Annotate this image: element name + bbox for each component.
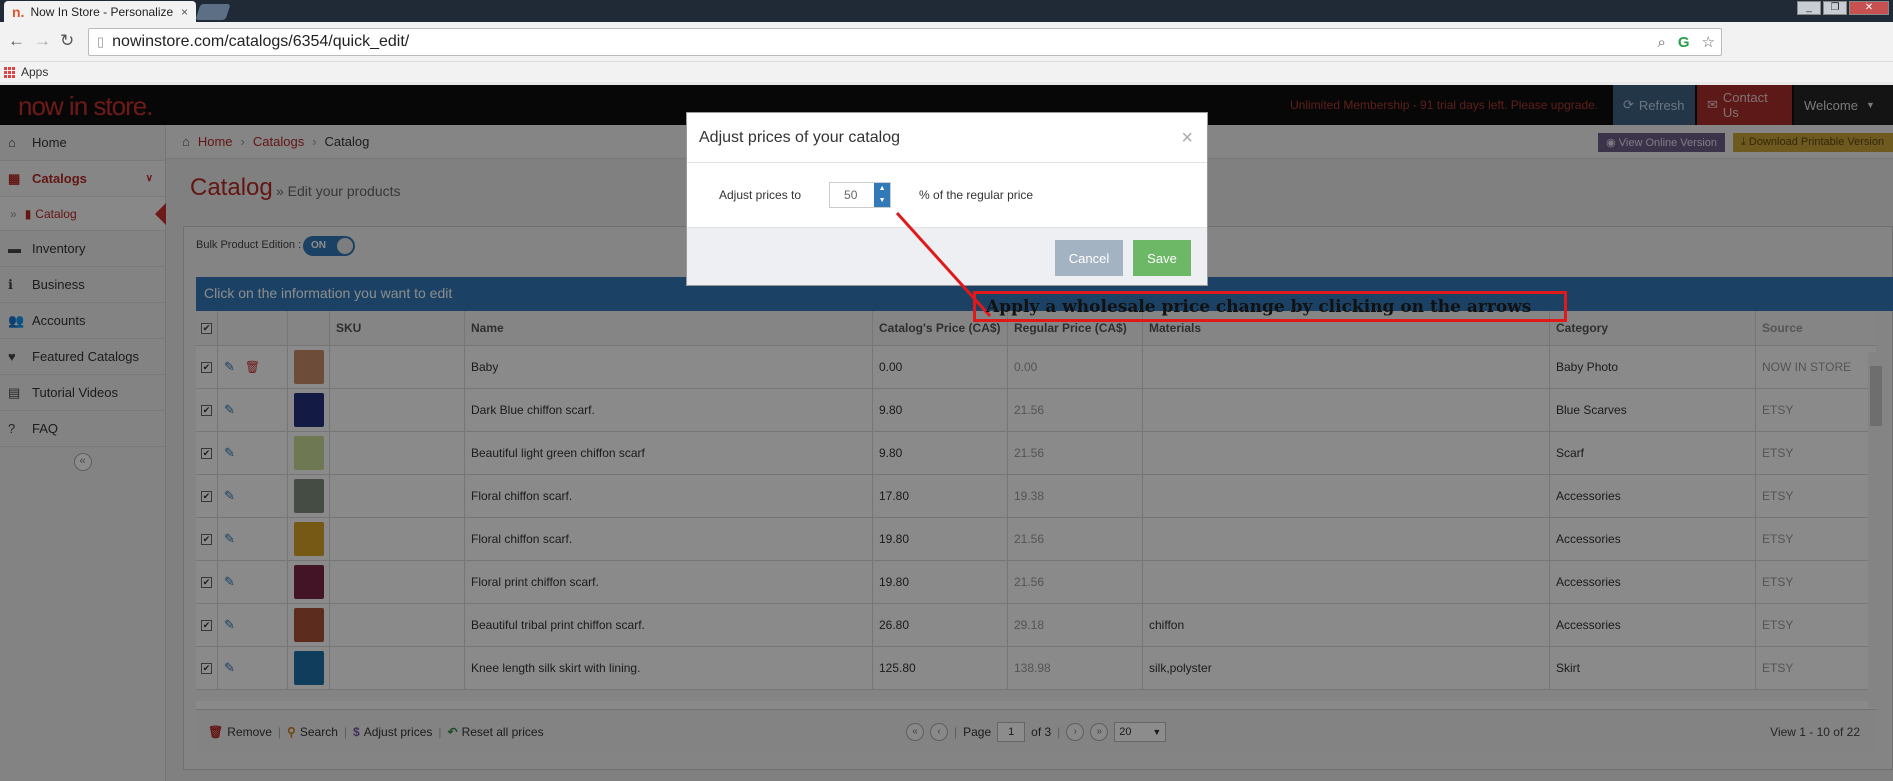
annotation-callout: Apply a wholesale price change by clicki… xyxy=(973,291,1567,322)
apps-bookmark[interactable]: Apps xyxy=(21,65,48,79)
site-favicon-icon: n. xyxy=(12,3,25,20)
adjust-prices-dialog: Adjust prices of your catalog × Adjust p… xyxy=(686,112,1208,286)
forward-arrow-icon[interactable]: → xyxy=(34,31,51,51)
browser-tab[interactable]: n. Now In Store - Personalize × xyxy=(4,1,196,22)
tab-title: Now In Store - Personalize xyxy=(30,4,174,19)
percent-value: 50 xyxy=(844,188,858,202)
address-bar[interactable]: ▯ nowinstore.com/catalogs/6354/quick_edi… xyxy=(88,28,1722,56)
adjust-field-suffix: % of the regular price xyxy=(919,188,1034,202)
save-button[interactable]: Save xyxy=(1133,240,1191,276)
back-arrow-icon[interactable]: ← xyxy=(8,31,25,51)
restore-icon[interactable]: ❐ xyxy=(1823,1,1847,15)
url-text: nowinstore.com/catalogs/6354/quick_edit/ xyxy=(112,33,410,50)
reload-icon[interactable]: ↻ xyxy=(60,31,74,51)
dialog-body: Adjust prices to 50 ▲ ▼ % of the regular… xyxy=(687,163,1207,227)
zoom-search-icon[interactable]: ⌕ xyxy=(1657,34,1665,51)
tab-close-icon[interactable]: × xyxy=(181,5,188,19)
apps-grid-icon xyxy=(4,66,15,78)
increment-arrow-icon[interactable]: ▲ xyxy=(874,183,890,195)
browser-tab-bar: n. Now In Store - Personalize × _ ❐ ✕ xyxy=(0,0,1893,22)
percent-stepper[interactable]: 50 ▲ ▼ xyxy=(829,182,892,208)
extension-g-icon[interactable]: G xyxy=(1678,34,1690,51)
bookmarks-bar: Apps xyxy=(0,62,1893,82)
spinner: ▲ ▼ xyxy=(874,183,891,207)
minimize-icon[interactable]: _ xyxy=(1797,1,1821,15)
cancel-button[interactable]: Cancel xyxy=(1055,240,1123,276)
adjust-field-label: Adjust prices to xyxy=(719,188,802,202)
dialog-title: Adjust prices of your catalog xyxy=(699,128,900,146)
close-icon[interactable]: × xyxy=(1181,127,1193,150)
window-close-icon[interactable]: ✕ xyxy=(1849,1,1889,15)
page-icon: ▯ xyxy=(97,34,105,49)
dialog-footer: Cancel Save xyxy=(687,227,1207,285)
dialog-header: Adjust prices of your catalog × xyxy=(687,113,1207,163)
bookmark-star-icon[interactable]: ☆ xyxy=(1702,33,1715,51)
decrement-arrow-icon[interactable]: ▼ xyxy=(874,195,890,207)
browser-toolbar: ← → ↻ ▯ nowinstore.com/catalogs/6354/qui… xyxy=(0,22,1893,62)
new-tab-button[interactable] xyxy=(195,4,231,20)
window-controls: _ ❐ ✕ xyxy=(1797,1,1889,15)
